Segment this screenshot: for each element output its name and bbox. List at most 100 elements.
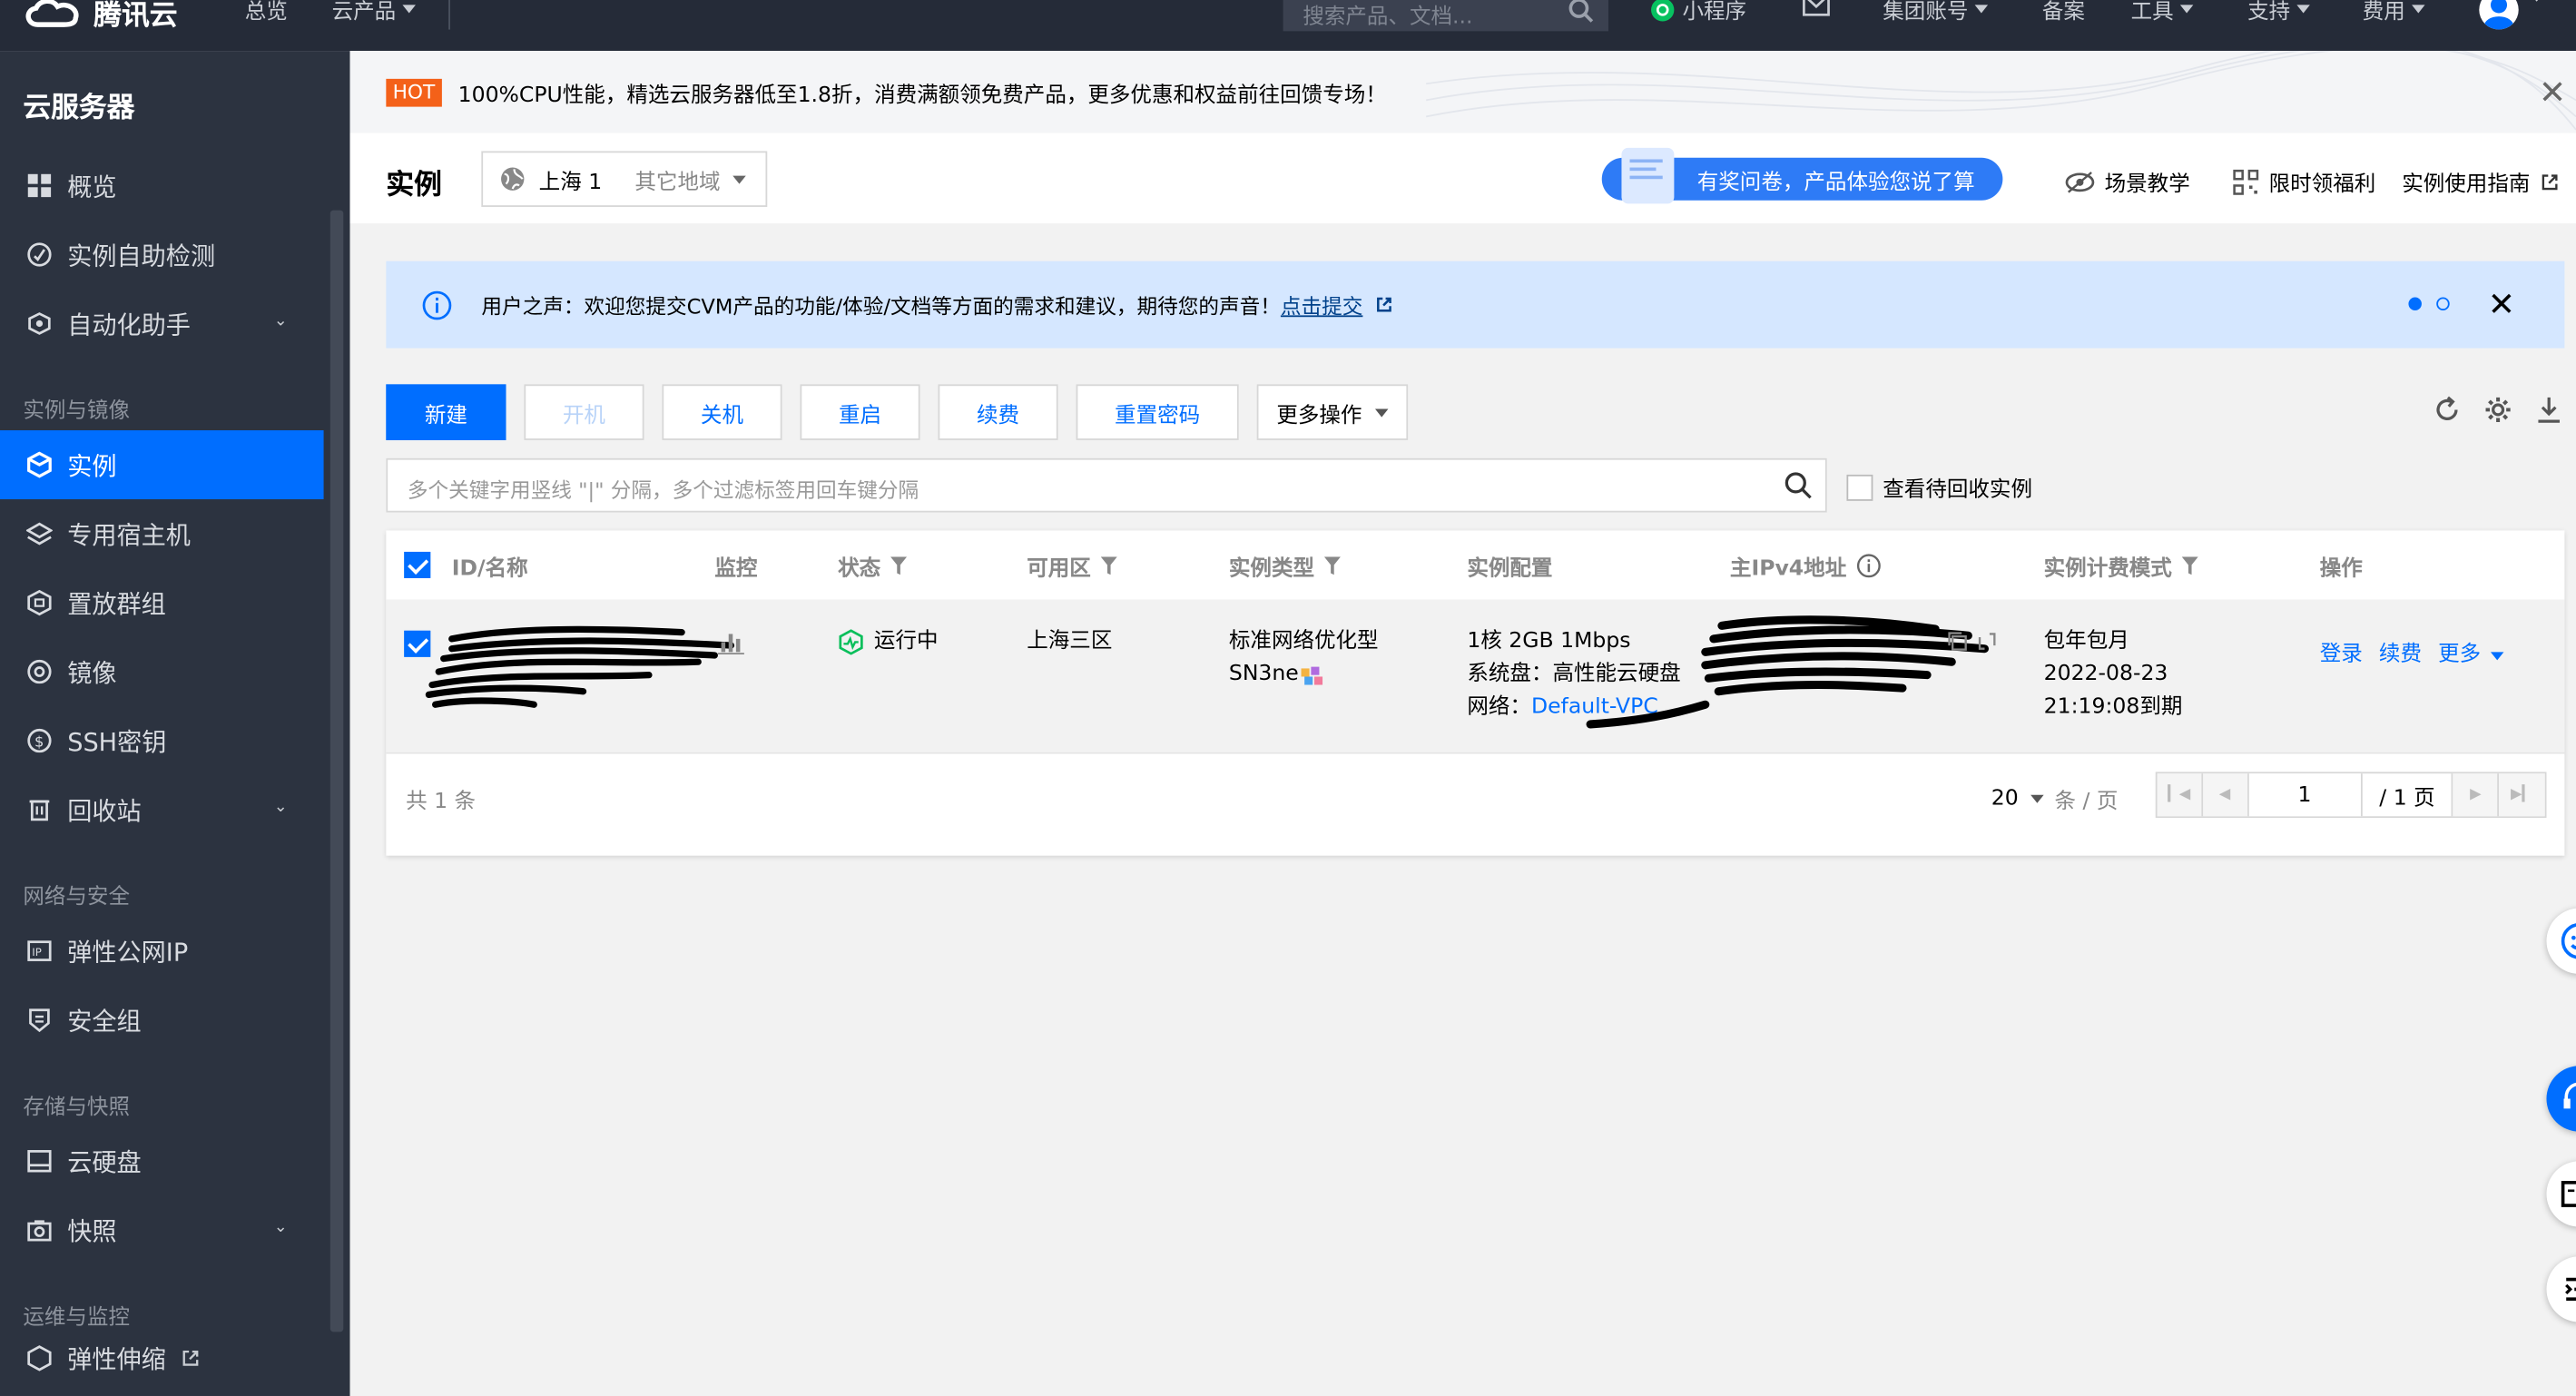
view-recycle-checkbox[interactable]: 查看待回收实例 <box>1846 471 2032 503</box>
caret-down-icon <box>733 174 747 183</box>
reset-password-button[interactable]: 重置密码 <box>1076 384 1239 440</box>
nav-tools-label: 工具 <box>2130 0 2174 25</box>
nav-overview[interactable]: 总览 <box>245 0 288 25</box>
notice-message: 用户之声：欢迎您提交CVM产品的功能/体验/文档等方面的需求和建议，期待您的声音… <box>481 293 1281 320</box>
filter-icon[interactable] <box>1100 555 1117 575</box>
col-type[interactable]: 实例类型 <box>1229 530 1341 599</box>
sidebar-item-snapshot[interactable]: 快照 ⌄ <box>0 1195 324 1264</box>
next-page-button[interactable]: ▶ <box>2453 773 2500 817</box>
sidebar-item-autoscaling[interactable]: 弹性伸缩 <box>0 1337 324 1380</box>
search-icon[interactable] <box>1568 0 1594 23</box>
more-actions-button[interactable]: 更多操作 <box>1256 384 1409 440</box>
link-guide-label: 实例使用指南 <box>2402 172 2531 198</box>
sidebar-item-ssh-keys[interactable]: $ SSH密钥 <box>0 706 324 775</box>
sidebar-item-label: 置放群组 <box>67 588 166 619</box>
nav-beian[interactable]: 备案 <box>2042 0 2085 25</box>
last-page-button[interactable]: ▶▎ <box>2499 773 2545 817</box>
sidebar-item-images[interactable]: 镜像 <box>0 637 324 706</box>
sidebar-item-label: 回收站 <box>67 795 142 826</box>
instance-search-input[interactable]: 多个关键字用竖线 "|" 分隔，多个过滤标签用回车键分隔 <box>386 457 1827 513</box>
sidebar-item-cloud-disk[interactable]: 云硬盘 <box>0 1126 324 1195</box>
filter-icon[interactable] <box>890 555 908 575</box>
sidebar-item-instances[interactable]: 实例 <box>0 430 324 500</box>
carousel-dot-1[interactable] <box>2408 297 2422 310</box>
nav-miniprogram[interactable]: 小程序 <box>1649 0 1746 25</box>
page-number-input[interactable]: 1 <box>2248 773 2363 817</box>
col-zone[interactable]: 可用区 <box>1027 530 1117 599</box>
swap-icon[interactable] <box>1976 631 1998 653</box>
renew-link[interactable]: 续费 <box>2379 639 2422 672</box>
sidebar-item-eip[interactable]: IP 弹性公网IP <box>0 917 324 986</box>
notice-submit-link[interactable]: 点击提交 <box>1281 294 1363 319</box>
filter-icon[interactable] <box>1323 555 1341 575</box>
promo-banner[interactable]: HOT 100%CPU性能，精选云服务器低至1.8折，消费满额领免费产品，更多优… <box>349 51 2576 133</box>
carousel-dot-2[interactable] <box>2436 297 2450 310</box>
header-select-all[interactable] <box>404 530 431 599</box>
global-search-input[interactable]: 搜索产品、文档... <box>1283 0 1608 32</box>
link-instance-guide[interactable]: 实例使用指南 <box>2402 166 2560 197</box>
settings-icon[interactable] <box>2484 396 2512 424</box>
survey-banner[interactable]: 有奖问卷，产品体验您说了算 <box>1601 147 2003 204</box>
sidebar-item-label: 实例 <box>67 450 117 481</box>
stop-button[interactable]: 关机 <box>662 384 782 440</box>
support-float-button[interactable] <box>2546 1066 2576 1132</box>
qrcode-icon <box>2233 169 2259 194</box>
more-ops-link[interactable]: 更多 <box>2438 639 2504 672</box>
login-link[interactable]: 登录 <box>2320 639 2363 672</box>
instance-table: ID/名称 监控 状态 可用区 实例类型 实例配置 主IPv4地址 实例计费模式… <box>386 530 2565 856</box>
prev-page-button[interactable]: ◀ <box>2202 773 2249 817</box>
start-button[interactable]: 开机 <box>524 384 644 440</box>
config-spec: 1核 2GB 1Mbps <box>1467 629 1631 654</box>
page-size-selector[interactable]: 20 条 / 页 <box>1991 783 2119 815</box>
select-all-checkbox[interactable] <box>404 551 431 578</box>
close-icon[interactable]: ✕ <box>2539 73 2566 112</box>
vpc-link[interactable]: Default-VPC <box>1531 694 1658 719</box>
info-icon[interactable] <box>1856 553 1881 577</box>
sidebar-item-overview[interactable]: 概览 <box>0 151 324 220</box>
col-status[interactable]: 状态 <box>838 530 908 599</box>
nav-group-account[interactable]: 集团账号 <box>1883 0 1989 25</box>
link-limited-benefit[interactable]: 限时领福利 <box>2233 166 2375 197</box>
col-billing[interactable]: 实例计费模式 <box>2044 530 2198 599</box>
nav-tools[interactable]: 工具 <box>2131 0 2194 25</box>
status-text: 运行中 <box>873 629 939 654</box>
close-icon[interactable]: ✕ <box>2488 284 2515 323</box>
docs-float-button[interactable] <box>2546 1161 2576 1227</box>
nav-support[interactable]: 支持 <box>2247 0 2310 25</box>
sidebar-item-self-check[interactable]: 实例自助检测 <box>0 220 324 289</box>
row-select[interactable] <box>404 630 431 664</box>
link-scenario-tutorial[interactable]: 场景教学 <box>2065 166 2190 197</box>
new-instance-button[interactable]: 新建 <box>386 384 506 440</box>
copy-icon[interactable] <box>1947 631 1969 653</box>
sidebar-item-recycle-bin[interactable]: 回收站 ⌄ <box>0 775 324 844</box>
menu-float-button[interactable] <box>2546 1256 2576 1322</box>
sidebar-item-dedicated-host[interactable]: 专用宿主机 <box>0 499 324 568</box>
region-selector[interactable]: 上海 1 其它地域 <box>481 151 768 207</box>
brand-logo[interactable]: 腾讯云 <box>22 0 177 33</box>
restart-button[interactable]: 重启 <box>800 384 920 440</box>
sidebar-item-automation[interactable]: 自动化助手 ⌄ <box>0 289 324 358</box>
sidebar-scrollbar[interactable] <box>329 210 344 1332</box>
sidebar-item-security-group[interactable]: 安全组 <box>0 986 324 1055</box>
sidebar-item-placement-group[interactable]: 置放群组 <box>0 568 324 637</box>
feedback-float-button[interactable] <box>2546 908 2576 974</box>
region-current: 上海 1 <box>538 170 603 195</box>
search-icon[interactable] <box>1785 471 1813 499</box>
nav-billing[interactable]: 费用 <box>2363 0 2425 25</box>
status-cell: 运行中 <box>838 625 939 658</box>
row-checkbox[interactable] <box>404 630 431 657</box>
mail-button[interactable] <box>1803 0 1831 16</box>
refresh-icon[interactable] <box>2433 396 2462 424</box>
nav-products[interactable]: 云产品 <box>332 0 416 25</box>
filter-icon[interactable] <box>2181 555 2198 575</box>
download-icon[interactable] <box>2535 396 2563 424</box>
first-page-button[interactable]: ▎◀ <box>2157 773 2203 817</box>
list-icon <box>2565 1277 2576 1302</box>
promo-text: 100%CPU性能，精选云服务器低至1.8折，消费满额领免费产品，更多优惠和权益… <box>457 83 1387 108</box>
avatar[interactable] <box>2479 0 2519 30</box>
recycle-checkbox[interactable] <box>1846 474 1873 500</box>
sidebar-item-label: 云硬盘 <box>67 1146 142 1177</box>
renew-button[interactable]: 续费 <box>938 384 1058 440</box>
avatar-menu-caret[interactable] <box>2530 0 2543 2</box>
monitor-icon[interactable] <box>717 629 744 662</box>
